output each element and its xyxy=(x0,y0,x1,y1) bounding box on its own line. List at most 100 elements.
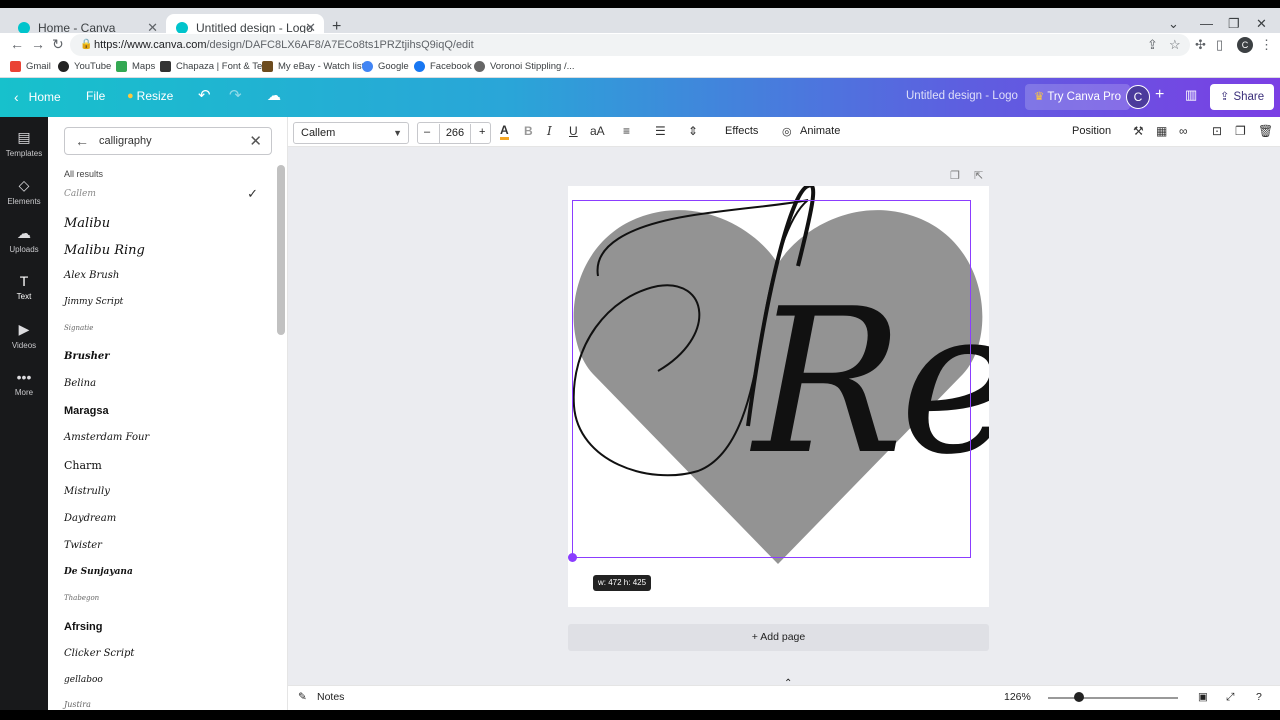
home-button[interactable]: ‹ Home xyxy=(14,89,61,105)
font-item[interactable]: Malibu Ring xyxy=(64,237,264,263)
bookmark-ebay[interactable]: My eBay - Watch list xyxy=(262,61,364,72)
user-avatar[interactable]: C xyxy=(1126,85,1150,109)
help-icon[interactable]: ? xyxy=(1256,691,1262,703)
font-item[interactable]: Belina xyxy=(64,372,264,398)
undo-icon[interactable]: ↶ xyxy=(198,86,211,104)
position-button[interactable]: Position xyxy=(1072,125,1111,137)
clear-search-icon[interactable]: ✕ xyxy=(249,132,262,150)
bookmark-facebook[interactable]: Facebook xyxy=(414,61,472,72)
collapse-chevron-icon[interactable]: ⌃ xyxy=(784,678,792,689)
notes-icon[interactable]: ✎ xyxy=(298,691,307,703)
font-item[interactable]: Charm xyxy=(64,453,264,479)
resize-handle[interactable] xyxy=(568,553,577,562)
text-case-icon[interactable]: aA xyxy=(590,124,605,138)
font-item[interactable]: Alex Brush xyxy=(64,264,264,290)
sidebar-icon[interactable]: ▯ xyxy=(1216,37,1223,53)
try-canva-pro-button[interactable]: ♛ Try Canva Pro xyxy=(1025,84,1131,110)
add-page-button[interactable]: + Add page xyxy=(568,624,989,651)
font-item[interactable]: Amsterdam Four xyxy=(64,426,264,452)
bookmark-maps[interactable]: Maps xyxy=(116,61,155,72)
back-arrow-icon[interactable]: ← xyxy=(75,133,89,149)
document-title[interactable]: Untitled design - Logo xyxy=(906,90,1018,102)
extensions-icon[interactable]: ✣ xyxy=(1195,37,1206,53)
rail-more[interactable]: ••• More xyxy=(0,369,48,397)
animate-button[interactable]: Animate xyxy=(800,125,840,137)
reload-icon[interactable]: ↻ xyxy=(52,36,64,53)
duplicate-page-icon[interactable]: ❐ xyxy=(950,169,960,182)
rail-templates[interactable]: ▤ Templates xyxy=(0,129,48,158)
menu-icon[interactable]: ⋮ xyxy=(1260,37,1273,53)
resize-button[interactable]: ● Resize xyxy=(127,89,173,103)
bookmark-voronoi[interactable]: Voronoi Stippling /... xyxy=(474,61,575,72)
bold-icon[interactable]: B xyxy=(524,124,533,138)
add-user-icon[interactable]: + xyxy=(1155,86,1164,104)
notes-button[interactable]: Notes xyxy=(317,691,344,703)
fullscreen-icon[interactable]: ⤢ xyxy=(1226,691,1234,704)
font-size-stepper[interactable]: – 266 + xyxy=(417,122,491,144)
rail-videos[interactable]: ▶ Videos xyxy=(0,321,48,350)
panel-scrollbar[interactable] xyxy=(277,165,285,335)
align-center-icon[interactable]: ≡ xyxy=(623,124,630,138)
font-item[interactable]: Mistrully xyxy=(64,480,264,506)
redo-icon[interactable]: ↷ xyxy=(229,86,242,104)
paint-format-icon[interactable]: ⚒ xyxy=(1133,124,1144,138)
font-item[interactable]: Afrsing xyxy=(64,615,264,641)
effects-button[interactable]: Effects xyxy=(725,125,758,137)
workspace-scrollbar[interactable] xyxy=(1272,152,1278,680)
font-item[interactable]: gellaboo xyxy=(64,669,264,695)
delete-icon[interactable]: 🗑 xyxy=(1258,124,1273,138)
font-family-dropdown[interactable]: Callem ▼ xyxy=(293,122,409,144)
font-item[interactable]: Callem ✓ xyxy=(64,183,264,209)
font-item[interactable]: Thabegon xyxy=(64,588,264,614)
spacing-icon[interactable]: ⇕ xyxy=(688,124,698,138)
selection-box[interactable] xyxy=(572,200,971,558)
lock-icon[interactable]: ⊡ xyxy=(1212,124,1222,138)
font-item[interactable]: Clicker Script xyxy=(64,642,264,668)
duplicate-icon[interactable]: ❐ xyxy=(1235,124,1246,138)
font-item[interactable]: Malibu xyxy=(64,210,264,236)
minimize-icon[interactable]: — xyxy=(1200,16,1213,31)
zoom-slider-knob[interactable] xyxy=(1074,692,1084,702)
bookmark-gmail[interactable]: Gmail xyxy=(10,61,51,72)
font-item[interactable]: Maragsa xyxy=(64,399,264,425)
font-item[interactable]: De Sunjayana xyxy=(64,561,264,587)
text-color-icon[interactable]: A xyxy=(500,124,509,140)
rail-text[interactable]: T Text xyxy=(0,273,48,301)
design-page[interactable]: Rex xyxy=(568,183,1128,607)
insights-icon[interactable]: ▥ xyxy=(1185,87,1197,103)
bookmark-chapaza[interactable]: Chapaza | Font & Te... xyxy=(160,61,270,72)
font-search-input[interactable]: ← calligraphy ✕ xyxy=(64,127,272,155)
font-size-value[interactable]: 266 xyxy=(439,124,471,144)
share-button[interactable]: ⇪ Share xyxy=(1210,84,1274,110)
increase-size-icon[interactable]: + xyxy=(479,126,485,138)
italic-icon[interactable]: I xyxy=(547,124,552,138)
back-icon[interactable]: ← xyxy=(10,36,24,52)
tab-search-icon[interactable]: ⌄ xyxy=(1168,16,1179,32)
rail-elements[interactable]: ◇ Elements xyxy=(0,177,48,206)
decrease-size-icon[interactable]: – xyxy=(424,126,430,138)
zoom-slider-track[interactable] xyxy=(1048,697,1178,699)
link-icon[interactable]: ∞ xyxy=(1179,124,1188,138)
font-item[interactable]: Jimmy Script xyxy=(64,291,264,317)
share-page-icon[interactable]: ⇪ xyxy=(1147,37,1158,53)
font-item[interactable]: Daydream xyxy=(64,507,264,533)
rail-uploads[interactable]: ☁ Uploads xyxy=(0,225,48,254)
add-page-icon[interactable]: ⇱ xyxy=(974,169,983,182)
close-window-icon[interactable]: ✕ xyxy=(1256,16,1267,32)
url-field[interactable]: 🔒 https://www.canva.com/design/DAFC8LX6A… xyxy=(70,34,1190,56)
bookmark-google[interactable]: Google xyxy=(362,61,409,72)
restore-icon[interactable]: ❐ xyxy=(1228,16,1240,32)
cloud-save-icon[interactable]: ☁ xyxy=(267,87,281,104)
list-icon[interactable]: ☰ xyxy=(655,124,666,138)
forward-icon[interactable]: → xyxy=(31,36,45,52)
bookmark-star-icon[interactable]: ☆ xyxy=(1169,37,1181,53)
font-item[interactable]: Signatie xyxy=(64,318,264,344)
underline-icon[interactable]: U xyxy=(569,124,578,138)
profile-avatar[interactable]: C xyxy=(1237,37,1253,53)
transparency-icon[interactable]: ▦ xyxy=(1156,124,1167,138)
bookmark-youtube[interactable]: YouTube xyxy=(58,61,111,72)
font-item[interactable]: Twister xyxy=(64,534,264,560)
file-menu-button[interactable]: File xyxy=(86,89,105,103)
page-count-icon[interactable]: ▣ xyxy=(1198,691,1208,703)
zoom-level[interactable]: 126% xyxy=(1004,691,1031,703)
